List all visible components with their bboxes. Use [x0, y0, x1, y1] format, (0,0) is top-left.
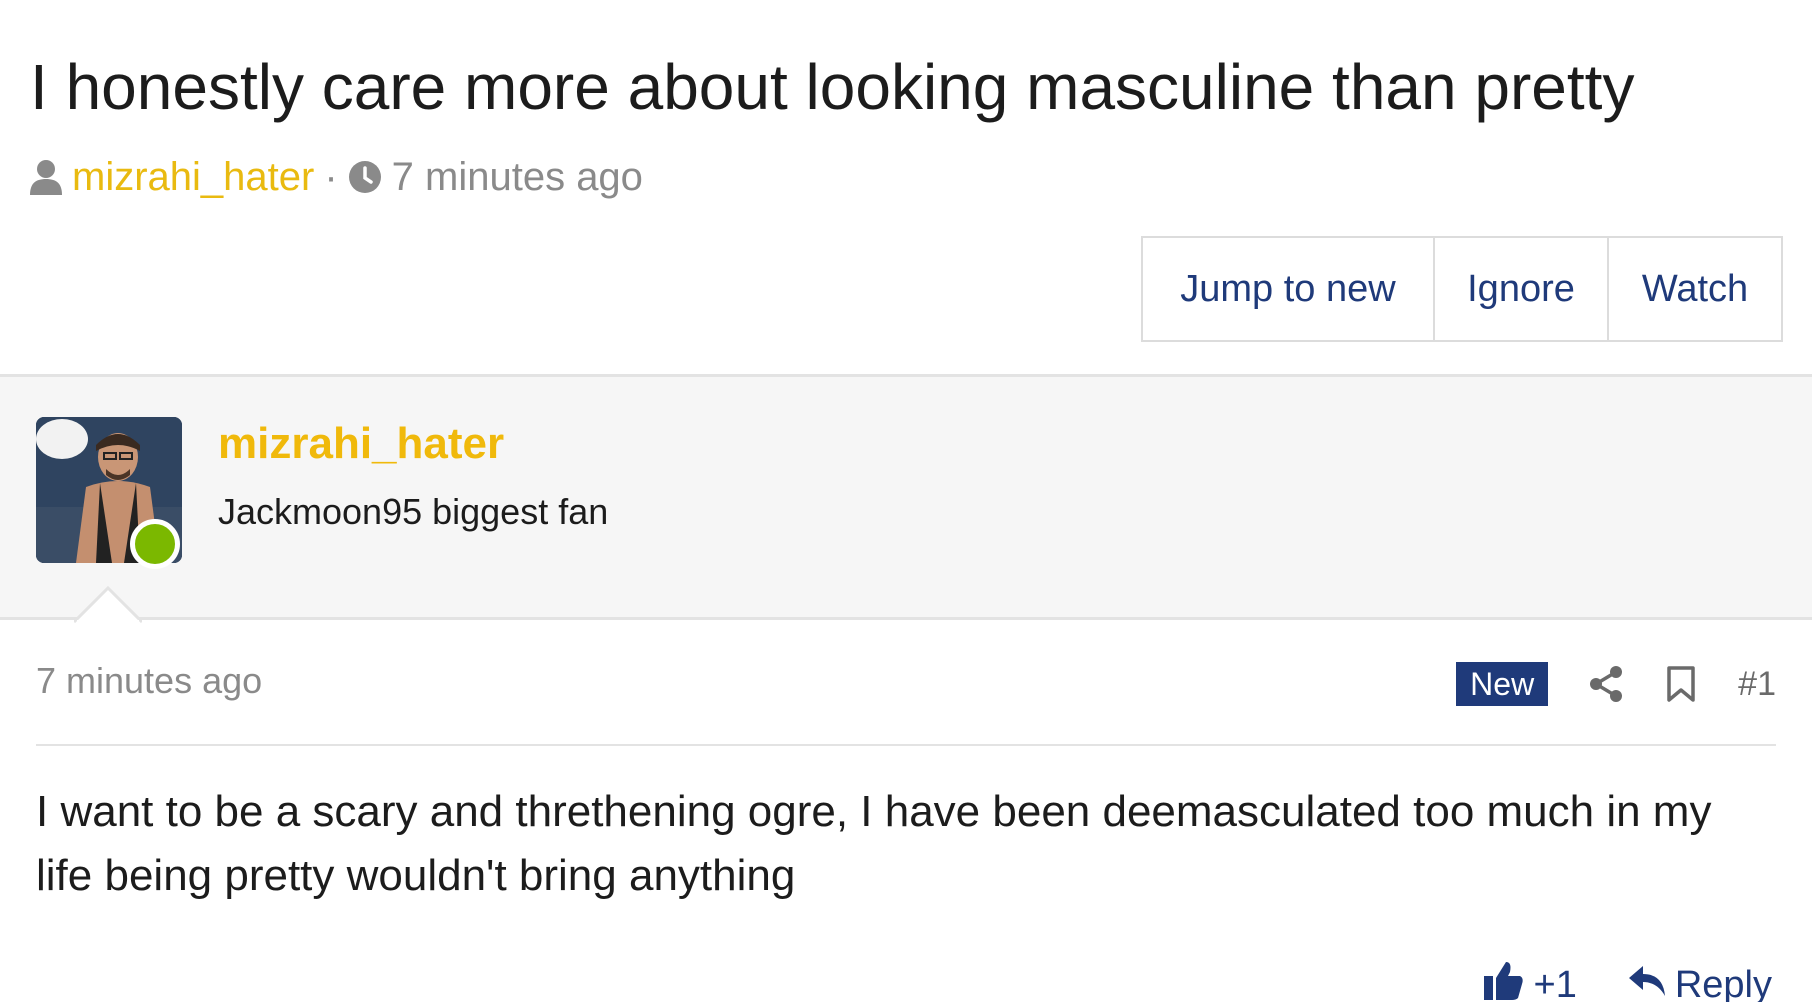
clock-icon [348, 160, 382, 194]
new-badge: New [1456, 662, 1549, 706]
thumbs-up-icon [1482, 958, 1526, 1002]
reply-label: Reply [1674, 963, 1772, 1002]
thread-time[interactable]: 7 minutes ago [392, 155, 643, 200]
thread-author-link[interactable]: mizrahi_hater [72, 155, 314, 200]
share-icon[interactable] [1588, 665, 1624, 703]
thread-button-group: Jump to new Ignore Watch [1141, 236, 1783, 342]
watch-button[interactable]: Watch [1607, 238, 1781, 340]
post-number-link[interactable]: #1 [1738, 665, 1776, 704]
post-username[interactable]: mizrahi_hater [218, 419, 504, 469]
bookmark-icon[interactable] [1666, 665, 1696, 703]
thread-meta: mizrahi_hater · 7 minutes ago [30, 152, 643, 202]
online-status-indicator [130, 519, 180, 569]
post-divider [36, 744, 1776, 746]
post-body: I want to be a scary and threthening ogr… [36, 787, 1712, 900]
ignore-button[interactable]: Ignore [1433, 238, 1607, 340]
thread-title: I honestly care more about looking mascu… [30, 51, 1635, 123]
like-button[interactable]: +1 [1482, 958, 1577, 1002]
post-actions: New #1 [1456, 660, 1776, 708]
post-time[interactable]: 7 minutes ago [36, 660, 262, 702]
post-footer-actions: +1 Reply [1432, 960, 1772, 1002]
user-title: Jackmoon95 biggest fan [218, 491, 609, 532]
like-label: +1 [1533, 963, 1577, 1002]
reply-icon [1627, 962, 1667, 1002]
reply-button[interactable]: Reply [1627, 962, 1772, 1002]
thread-page: I honestly care more about looking mascu… [0, 0, 1812, 1002]
meta-separator: · [324, 154, 338, 199]
user-icon [30, 159, 62, 195]
jump-to-new-button[interactable]: Jump to new [1143, 238, 1433, 340]
post-user-block: mizrahi_hater Jackmoon95 biggest fan [0, 374, 1812, 623]
